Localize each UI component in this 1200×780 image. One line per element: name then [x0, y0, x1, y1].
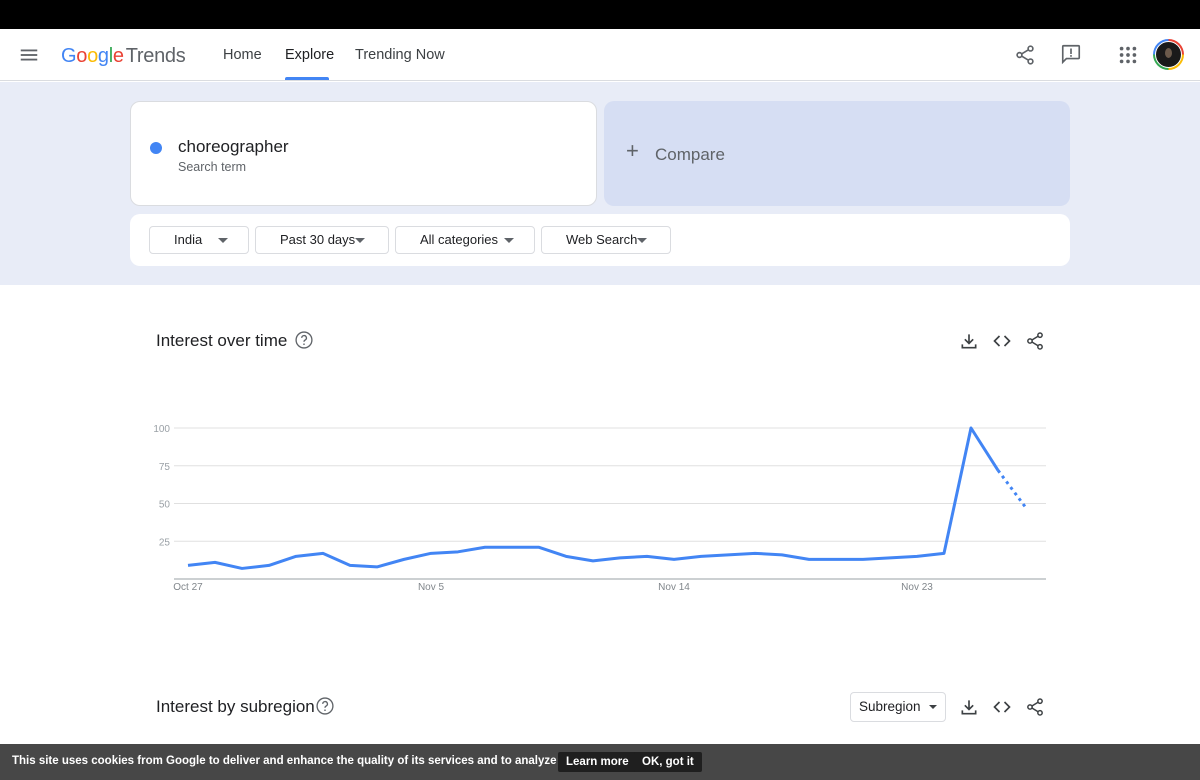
- learn-more-button[interactable]: Learn more: [558, 752, 637, 772]
- category-filter[interactable]: All categories: [395, 226, 535, 254]
- help-icon[interactable]: [315, 696, 335, 716]
- ok-got-it-button[interactable]: OK, got it: [634, 752, 702, 772]
- caret-down-icon: [637, 238, 647, 243]
- caret-down-icon: [218, 238, 228, 243]
- y-tick-label: 100: [153, 424, 170, 435]
- y-tick-label: 25: [159, 537, 171, 548]
- apps-grid-icon[interactable]: [1117, 44, 1139, 66]
- active-tab-indicator: [285, 77, 329, 80]
- cookie-text: This site uses cookies from Google to de…: [12, 755, 595, 767]
- region-filter[interactable]: India: [149, 226, 249, 254]
- plus-icon: +: [626, 138, 639, 163]
- search-term[interactable]: choreographer: [178, 137, 289, 157]
- y-tick-label: 75: [159, 462, 171, 473]
- y-tick-label: 50: [159, 500, 171, 511]
- caret-down-icon: [355, 238, 365, 243]
- cookie-banner: This site uses cookies from Google to de…: [0, 744, 1200, 780]
- nav-explore[interactable]: Explore: [285, 29, 334, 81]
- x-tick-label: Nov 14: [658, 582, 690, 593]
- interest-by-subregion-card: Interest by subregion Subregion: [130, 672, 1070, 752]
- account-avatar[interactable]: [1153, 39, 1184, 70]
- google-trends-logo[interactable]: Google Trends: [61, 43, 186, 69]
- download-icon[interactable]: [959, 697, 979, 717]
- share-icon[interactable]: [1014, 44, 1036, 66]
- search-term-sublabel: Search term: [178, 160, 247, 174]
- embed-code-icon[interactable]: [992, 697, 1012, 717]
- compare-button[interactable]: + Compare: [604, 101, 1070, 206]
- x-tick-label: Oct 27: [173, 582, 203, 593]
- filters-bar: India Past 30 days All categories Web Se…: [130, 214, 1070, 266]
- caret-down-icon: [504, 238, 514, 243]
- caret-down-icon: [929, 705, 937, 709]
- nav-home[interactable]: Home: [223, 29, 262, 81]
- interest-over-time-chart[interactable]: 100 75 50 25 Oct 27 Nov 5 Nov 14 Nov 23: [130, 306, 1070, 652]
- x-tick-label: Nov 5: [418, 582, 445, 593]
- x-tick-label: Nov 23: [901, 582, 933, 593]
- hamburger-menu-icon[interactable]: [18, 44, 40, 66]
- interest-over-time-card: Interest over time 100 75 50 25 Oct 27 Nov 5N…: [130, 306, 1070, 652]
- compare-label: Compare: [655, 145, 725, 164]
- series-line-partial: [996, 469, 1027, 508]
- share-icon[interactable]: [1025, 697, 1045, 717]
- feedback-icon[interactable]: [1060, 43, 1082, 65]
- search-term-card[interactable]: choreographer Search term: [130, 101, 597, 206]
- card-title: Interest by subregion: [156, 697, 315, 716]
- subregion-select[interactable]: Subregion: [850, 692, 946, 722]
- series-line: [187, 426, 1000, 570]
- top-black-strip: [0, 0, 1200, 29]
- nav-trending-now[interactable]: Trending Now: [355, 29, 445, 81]
- time-range-filter[interactable]: Past 30 days: [255, 226, 389, 254]
- search-type-filter[interactable]: Web Search: [541, 226, 671, 254]
- app-bar: Google Trends Home Explore Trending Now: [0, 29, 1200, 81]
- term-color-dot: [150, 142, 162, 154]
